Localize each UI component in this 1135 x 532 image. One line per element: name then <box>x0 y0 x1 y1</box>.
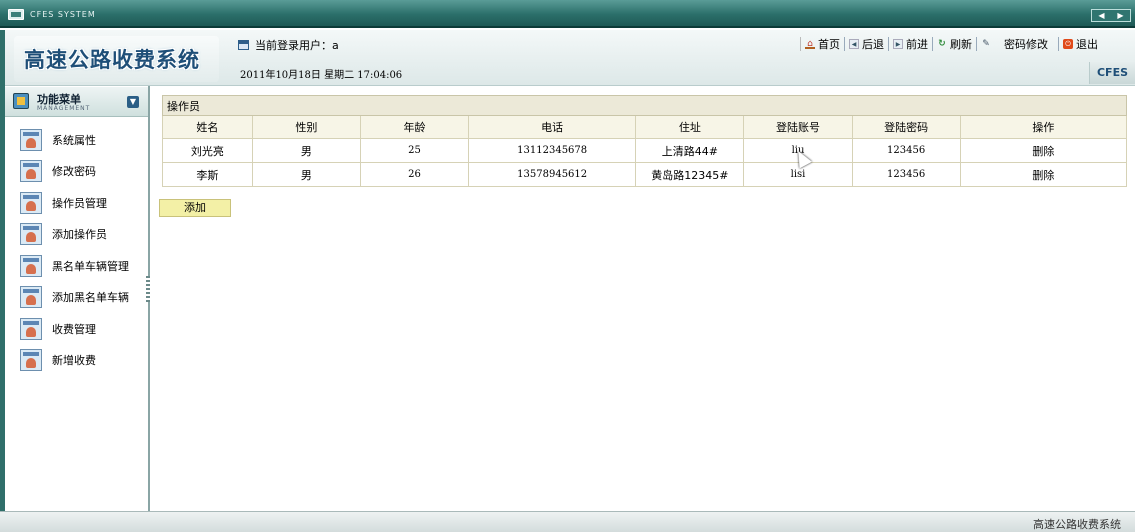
window-titlebar: CFES SYSTEM ◀ ▶ <box>0 0 1135 28</box>
back-icon: ◀ <box>849 39 859 49</box>
current-user: 当前登录用户：a <box>238 37 339 53</box>
toolbar-exit-label: 退出 <box>1076 38 1098 51</box>
table-row: 刘光亮 男 25 13112345678 上清路44# liu 123456 删… <box>162 138 1128 163</box>
menu-item-operator-management[interactable]: 操作员管理 <box>20 187 129 219</box>
operator-table: 操作员 姓名 性别 年龄 电话 住址 登陆账号 登陆密码 操作 刘光亮 男 25… <box>162 95 1128 187</box>
user-window-icon <box>238 40 249 50</box>
menu-item-add-operator[interactable]: 添加操作员 <box>20 219 129 251</box>
menu-header: 功能菜单 MANAGEMENT ▼ <box>5 87 148 117</box>
toolbar-back-button[interactable]: ◀ 后退 <box>844 37 888 51</box>
cell-login-password: 123456 <box>851 162 961 187</box>
forward-icon: ▶ <box>893 39 903 49</box>
menu-item-label: 修改密码 <box>52 165 96 179</box>
menu-item-label: 系统属性 <box>52 133 96 147</box>
column-header: 操作 <box>959 115 1128 139</box>
main-content: 操作员 姓名 性别 年龄 电话 住址 登陆账号 登陆密码 操作 刘光亮 男 25… <box>152 86 1135 511</box>
column-header: 电话 <box>468 115 637 139</box>
menu-item-label: 添加操作员 <box>52 228 107 242</box>
cell-address: 上清路44# <box>635 138 745 163</box>
brand-logo: 高速公路收费系统 <box>14 36 219 82</box>
toolbar-home-label: 首页 <box>818 38 840 51</box>
menu-item-label: 添加黑名单车辆 <box>52 291 129 305</box>
menu-header-icon <box>13 93 29 109</box>
exit-icon: ⏻ <box>1063 39 1073 49</box>
menu-item-icon <box>20 349 42 372</box>
column-header: 住址 <box>635 115 745 139</box>
menu-item-icon <box>20 128 42 151</box>
app-header: 高速公路收费系统 当前登录用户：a 2011年10月18日 星期二 17:04:… <box>0 30 1135 86</box>
menu-item-icon <box>20 191 42 214</box>
refresh-icon: ↻ <box>938 39 946 49</box>
menu-item-icon <box>20 317 42 340</box>
cell-gender: 男 <box>251 138 361 163</box>
home-icon: ⌂ <box>805 39 815 49</box>
table-row: 李斯 男 26 13578945612 黄岛路12345# lisi 12345… <box>162 162 1128 187</box>
window-next-icon[interactable]: ▶ <box>1111 10 1130 21</box>
toolbar-refresh-label: 刷新 <box>950 38 972 51</box>
header-toolbar: ⌂ 首页 ◀ 后退 ▶ 前进 ↻ 刷新 ✎ 密码修改 ⏻ 退出 <box>800 36 1135 52</box>
toolbar-password-button[interactable]: ✎ 密码修改 <box>976 37 1052 51</box>
menu-item-change-password[interactable]: 修改密码 <box>20 156 129 188</box>
window-app-icon <box>8 9 24 20</box>
cfes-tag: CFES <box>1089 62 1135 84</box>
brand-title: 高速公路收费系统 <box>24 48 200 72</box>
column-header: 年龄 <box>359 115 470 139</box>
status-text: 高速公路收费系统 <box>1033 518 1121 531</box>
sidebar: 功能菜单 MANAGEMENT ▼ 系统属性 修改密码 操作员管理 添加操作员 … <box>0 86 150 511</box>
menu-item-label: 操作员管理 <box>52 196 107 210</box>
window-title: CFES SYSTEM <box>30 10 96 19</box>
toolbar-home-button[interactable]: ⌂ 首页 <box>800 37 844 51</box>
cell-gender: 男 <box>251 162 361 187</box>
table-caption: 操作员 <box>162 95 1127 116</box>
toolbar-forward-button[interactable]: ▶ 前进 <box>888 37 932 51</box>
current-datetime: 2011年10月18日 星期二 17:04:06 <box>240 70 403 81</box>
menu-item-icon <box>20 160 42 183</box>
menu-list: 系统属性 修改密码 操作员管理 添加操作员 黑名单车辆管理 添加黑名单车辆 收费… <box>20 124 129 376</box>
current-user-label: 当前登录用户：a <box>255 39 339 52</box>
cell-login-password: 123456 <box>851 138 961 163</box>
cell-name: 刘光亮 <box>162 138 253 163</box>
toolbar-forward-label: 前进 <box>906 38 928 51</box>
table-header-row: 姓名 性别 年龄 电话 住址 登陆账号 登陆密码 操作 <box>162 115 1128 139</box>
password-icon: ✎ <box>982 39 990 49</box>
status-bar: 高速公路收费系统 <box>0 511 1135 532</box>
cell-age: 26 <box>359 162 470 187</box>
menu-item-toll-management[interactable]: 收费管理 <box>20 313 129 345</box>
toolbar-password-label: 密码修改 <box>1004 38 1048 51</box>
menu-item-blacklist-management[interactable]: 黑名单车辆管理 <box>20 250 129 282</box>
menu-item-add-toll[interactable]: 新增收费 <box>20 345 129 377</box>
menu-subtitle: MANAGEMENT <box>37 105 91 112</box>
sidebar-splitter-handle[interactable] <box>146 276 150 302</box>
menu-item-icon <box>20 223 42 246</box>
menu-item-label: 黑名单车辆管理 <box>52 259 129 273</box>
menu-item-system-properties[interactable]: 系统属性 <box>20 124 129 156</box>
toolbar-back-label: 后退 <box>862 38 884 51</box>
add-operator-button[interactable]: 添加 <box>159 199 231 217</box>
window-nav-buttons: ◀ ▶ <box>1091 9 1131 22</box>
window-prev-icon[interactable]: ◀ <box>1092 10 1111 21</box>
cell-age: 25 <box>359 138 470 163</box>
menu-item-icon <box>20 254 42 277</box>
toolbar-exit-button[interactable]: ⏻ 退出 <box>1058 37 1102 51</box>
toolbar-refresh-button[interactable]: ↻ 刷新 <box>932 37 976 51</box>
column-header: 性别 <box>251 115 361 139</box>
delete-link[interactable]: 删除 <box>959 162 1128 187</box>
column-header: 姓名 <box>162 115 253 139</box>
cell-phone: 13112345678 <box>468 138 637 163</box>
menu-item-label: 新增收费 <box>52 354 96 368</box>
delete-link[interactable]: 删除 <box>959 138 1128 163</box>
cell-address: 黄岛路12345# <box>635 162 745 187</box>
menu-item-icon <box>20 286 42 309</box>
column-header: 登陆密码 <box>851 115 961 139</box>
cell-name: 李斯 <box>162 162 253 187</box>
column-header: 登陆账号 <box>743 115 853 139</box>
header-left-edge <box>0 30 5 86</box>
sidebar-left-edge <box>0 86 5 511</box>
collapse-toggle-icon[interactable]: ▼ <box>127 96 139 108</box>
menu-item-label: 收费管理 <box>52 322 96 336</box>
cell-phone: 13578945612 <box>468 162 637 187</box>
menu-item-add-blacklist[interactable]: 添加黑名单车辆 <box>20 282 129 314</box>
